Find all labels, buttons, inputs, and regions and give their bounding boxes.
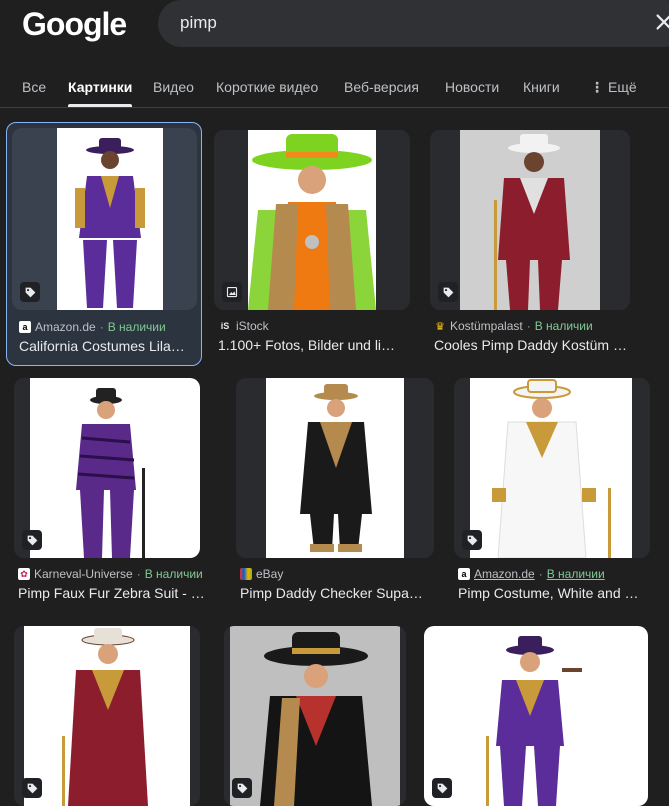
result-thumbnail[interactable] bbox=[424, 626, 648, 806]
result-source[interactable]: iS iStock bbox=[218, 319, 269, 333]
result-card[interactable] bbox=[224, 626, 406, 806]
result-image bbox=[248, 130, 376, 310]
tab-images[interactable]: Картинки bbox=[68, 79, 132, 95]
result-image bbox=[30, 378, 200, 558]
result-card[interactable]: ♛ Kostümpalast · В наличии Cooles Pimp D… bbox=[430, 130, 630, 360]
zebra-suit-figure bbox=[76, 388, 145, 558]
result-title[interactable]: 1.100+ Fotos, Bilder und li… bbox=[218, 337, 404, 353]
result-title[interactable]: Pimp Costume, White and … bbox=[458, 585, 648, 601]
white-suit-figure bbox=[492, 379, 611, 558]
tag-icon bbox=[232, 778, 252, 798]
red-suit-figure bbox=[62, 628, 148, 806]
result-card[interactable]: iS iStock 1.100+ Fotos, Bilder und li… bbox=[214, 130, 410, 360]
separator-dot: · bbox=[526, 319, 531, 333]
result-thumbnail[interactable] bbox=[236, 378, 434, 558]
black-suit-figure bbox=[260, 632, 372, 806]
tab-web[interactable]: Веб-версия bbox=[344, 79, 419, 95]
amazon-favicon-icon: a bbox=[458, 568, 470, 580]
result-image bbox=[230, 626, 400, 806]
stock-status: В наличии bbox=[546, 567, 605, 581]
black-suit-figure bbox=[300, 384, 372, 552]
search-box[interactable]: pimp bbox=[158, 0, 669, 47]
tab-videos[interactable]: Видео bbox=[153, 79, 194, 95]
more-vert-icon: ⋮ bbox=[590, 79, 604, 95]
result-title[interactable]: Cooles Pimp Daddy Kostüm b… bbox=[434, 337, 628, 353]
result-source[interactable]: ✿ Karneval-Universe · В наличии bbox=[18, 567, 203, 581]
google-logo[interactable]: Google bbox=[22, 6, 127, 43]
result-image bbox=[464, 626, 614, 806]
result-source[interactable]: ♛ Kostümpalast · В наличии bbox=[434, 319, 593, 333]
result-image bbox=[266, 378, 404, 558]
result-title[interactable]: California Costumes Lila… bbox=[19, 338, 191, 354]
separator-dot: · bbox=[538, 567, 543, 581]
search-input[interactable]: pimp bbox=[180, 13, 217, 33]
result-thumbnail[interactable] bbox=[12, 128, 197, 310]
tab-books[interactable]: Книги bbox=[523, 79, 560, 95]
result-image bbox=[24, 626, 190, 806]
result-card[interactable]: ✿ Karneval-Universe · В наличии Pimp Fau… bbox=[14, 378, 205, 604]
purple-suit-figure bbox=[75, 138, 145, 308]
result-thumbnail[interactable] bbox=[214, 130, 410, 310]
tab-news[interactable]: Новости bbox=[445, 79, 499, 95]
separator-dot: · bbox=[136, 567, 141, 581]
ebay-favicon-icon bbox=[240, 568, 252, 580]
result-title[interactable]: Pimp Daddy Checker Supa… bbox=[240, 585, 430, 601]
result-source[interactable]: eBay bbox=[240, 567, 283, 581]
stock-status: В наличии bbox=[534, 319, 593, 333]
istock-favicon-icon: iS bbox=[220, 321, 230, 331]
result-card[interactable] bbox=[424, 626, 648, 806]
result-image bbox=[470, 378, 632, 558]
tab-more[interactable]: ⋮ Ещё bbox=[590, 79, 637, 96]
tag-icon bbox=[20, 282, 40, 302]
result-thumbnail[interactable] bbox=[224, 626, 406, 806]
result-card[interactable] bbox=[14, 626, 200, 806]
close-icon[interactable] bbox=[653, 11, 669, 33]
separator-dot: · bbox=[99, 320, 104, 334]
tag-icon bbox=[22, 778, 42, 798]
search-tabs: Все Картинки Видео Короткие видео Веб-ве… bbox=[0, 72, 669, 108]
result-thumbnail[interactable] bbox=[454, 378, 650, 558]
result-card[interactable]: a Amazon.de · В наличии California Costu… bbox=[6, 122, 202, 366]
result-card[interactable]: a Amazon.de · В наличии Pimp Costume, Wh… bbox=[454, 378, 650, 604]
stock-status: В наличии bbox=[144, 567, 203, 581]
red-suit-figure bbox=[494, 134, 570, 310]
purple-suit-figure bbox=[486, 636, 582, 806]
tab-short-videos[interactable]: Короткие видео bbox=[216, 79, 318, 95]
tag-icon bbox=[462, 530, 482, 550]
result-title[interactable]: Pimp Faux Fur Zebra Suit - … bbox=[18, 585, 214, 601]
tag-icon bbox=[432, 778, 452, 798]
stock-status: В наличии bbox=[107, 320, 166, 334]
tag-icon bbox=[438, 282, 458, 302]
active-tab-indicator bbox=[68, 104, 132, 107]
tag-icon bbox=[22, 530, 42, 550]
image-icon bbox=[222, 282, 242, 302]
header: Google pimp bbox=[0, 0, 669, 60]
tab-all[interactable]: Все bbox=[22, 79, 46, 95]
crown-favicon-icon: ♛ bbox=[435, 320, 445, 333]
result-source[interactable]: a Amazon.de · В наличии bbox=[19, 320, 166, 334]
result-card[interactable]: eBay Pimp Daddy Checker Supa… bbox=[236, 378, 434, 604]
result-thumbnail[interactable] bbox=[14, 378, 200, 558]
amazon-favicon-icon: a bbox=[19, 321, 31, 333]
green-hat-figure bbox=[248, 134, 376, 310]
result-image bbox=[57, 128, 163, 310]
result-image bbox=[460, 130, 600, 310]
karneval-favicon-icon: ✿ bbox=[18, 568, 30, 580]
result-source[interactable]: a Amazon.de · В наличии bbox=[458, 567, 605, 581]
result-thumbnail[interactable] bbox=[14, 626, 200, 806]
result-thumbnail[interactable] bbox=[430, 130, 630, 310]
